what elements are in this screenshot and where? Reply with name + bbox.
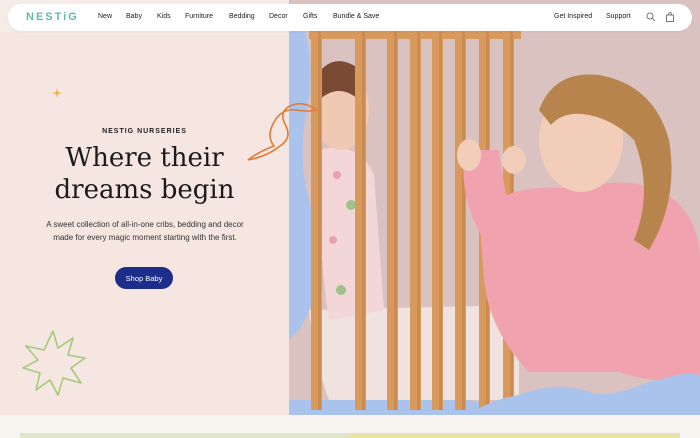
nav-kids[interactable]: Kids (157, 13, 171, 20)
nestig-logo[interactable]: NESTiG (26, 11, 79, 23)
preview-tile-right (350, 433, 680, 438)
bag-icon[interactable] (665, 12, 675, 22)
shop-baby-button[interactable]: Shop Baby (115, 267, 173, 289)
nav-support[interactable]: Support (606, 13, 631, 20)
next-section-preview (0, 415, 700, 438)
search-icon[interactable] (646, 12, 656, 22)
nav-bundle-save[interactable]: Bundle & Save (333, 13, 379, 20)
hero-photo (289, 0, 700, 415)
nav-decor[interactable]: Decor (269, 13, 288, 20)
preview-tile-left (20, 433, 350, 438)
nav-get-inspired[interactable]: Get Inspired (554, 13, 592, 20)
nav-new[interactable]: New (98, 13, 112, 20)
nav-gifts[interactable]: Gifts (303, 13, 317, 20)
nav-baby[interactable]: Baby (126, 13, 142, 20)
hero-section: NESTIG NURSERIES Where their dreams begi… (0, 32, 289, 415)
nav-furniture[interactable]: Furniture (185, 13, 213, 20)
hero-subcopy: A sweet collection of all-in-one cribs, … (46, 220, 244, 242)
sunburst-doodle-icon (22, 330, 86, 396)
nav-bedding[interactable]: Bedding (229, 13, 255, 20)
headline-line-2: dreams begin (54, 175, 235, 205)
squiggle-doodle-icon (247, 102, 318, 161)
star-doodle-icon (52, 88, 62, 98)
top-navigation: NESTiG New Baby Kids Furniture Bedding D… (8, 4, 692, 31)
